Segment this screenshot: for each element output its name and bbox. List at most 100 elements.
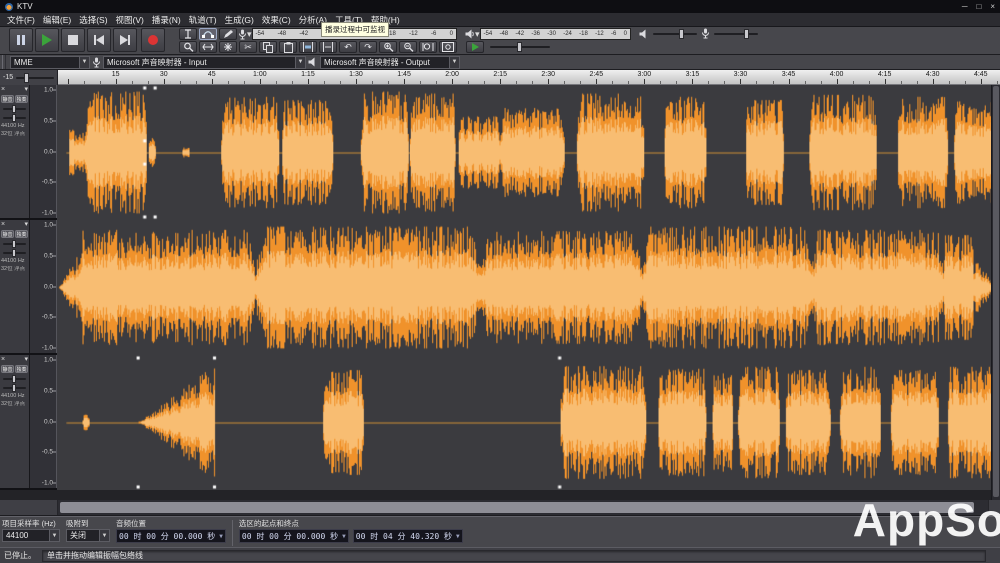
zoom-in-button[interactable]	[379, 41, 397, 53]
solo-button[interactable]: 独奏	[15, 365, 28, 373]
selection-tool-button[interactable]	[179, 28, 197, 40]
copy-button[interactable]	[259, 41, 277, 53]
meter-scale-value: -42	[515, 31, 524, 37]
menu-item-4[interactable]: 播录(N)	[148, 14, 185, 26]
zoom-out-button[interactable]	[399, 41, 417, 53]
record-button[interactable]	[141, 28, 165, 52]
menu-item-1[interactable]: 编辑(E)	[39, 14, 75, 26]
play-button[interactable]	[35, 28, 59, 52]
amplitude-scale-label: 1.0	[44, 222, 53, 229]
selection-start-field[interactable]: 00 时 00 分 00.000 秒▼	[239, 529, 349, 543]
track-vertical-ruler[interactable]: 1.00.50.0-0.5-1.0	[30, 85, 57, 218]
timeshift-tool-button[interactable]	[199, 41, 217, 53]
timeline-tick	[372, 81, 373, 84]
corner-slider[interactable]	[16, 77, 54, 79]
scale-tick	[53, 120, 56, 121]
mute-button[interactable]: 静音	[1, 95, 14, 103]
timeline-tick	[84, 81, 85, 84]
selection-end-field[interactable]: 00 时 04 分 40.320 秒▼	[353, 529, 463, 543]
meter-scale-value: -12	[595, 31, 604, 37]
trim-audio-button[interactable]	[299, 41, 317, 53]
silence-audio-button[interactable]	[319, 41, 337, 53]
audio-position-field[interactable]: 00 时 00 分 00.000 秒▼	[116, 529, 226, 543]
track-3: × ▾ 静音 独奏 44100 Hz 32位 浮点 1.00.50.0-0.5-…	[0, 355, 1000, 490]
solo-button[interactable]: 独奏	[15, 230, 28, 238]
track-gain-slider[interactable]	[3, 108, 26, 110]
amplitude-scale-label: 0.0	[44, 283, 53, 290]
audio-host-select[interactable]: MME▼	[10, 56, 90, 69]
track-close-icon[interactable]: ×	[1, 86, 5, 93]
paste-icon	[284, 42, 293, 53]
timeline-tick	[148, 81, 149, 84]
mute-button[interactable]: 静音	[1, 230, 14, 238]
solo-button[interactable]: 独奏	[15, 95, 28, 103]
meter-scale-value: 0	[450, 31, 453, 37]
skip-start-button[interactable]	[87, 28, 111, 52]
mute-button[interactable]: 静音	[1, 365, 14, 373]
waveform[interactable]	[57, 220, 1000, 355]
menu-item-0[interactable]: 文件(F)	[3, 14, 39, 26]
cut-button[interactable]: ✂	[239, 41, 257, 53]
timeline-tick	[356, 79, 357, 84]
zoom-in-icon	[383, 42, 394, 52]
minimize-button[interactable]: ─	[962, 2, 968, 11]
timeline-label: 2:15	[493, 71, 507, 78]
amplitude-scale-label: 0.5	[44, 252, 53, 259]
paste-button[interactable]	[279, 41, 297, 53]
playback-device-select[interactable]: Microsoft 声音映射器 - Output▼	[320, 56, 460, 69]
play-at-speed-button[interactable]	[466, 41, 484, 53]
track-gain-slider[interactable]	[3, 243, 26, 245]
timeline-ruler[interactable]: 1530451:001:151:301:452:002:152:302:453:…	[58, 70, 1000, 85]
audio-position-label: 音频位置	[116, 519, 226, 528]
scale-tick	[53, 182, 56, 183]
maximize-button[interactable]: □	[976, 2, 981, 11]
menu-item-7[interactable]: 效果(C)	[258, 14, 295, 26]
timeline-tick	[228, 81, 229, 84]
track-gain-slider[interactable]	[3, 378, 26, 380]
pause-icon	[17, 35, 25, 45]
meter-scale-value: -36	[531, 31, 540, 37]
timeline-tick	[308, 79, 309, 84]
track-menu-icon[interactable]: ▾	[24, 221, 28, 228]
skip-end-button[interactable]	[113, 28, 137, 52]
track-menu-icon[interactable]: ▾	[24, 356, 28, 363]
pause-button[interactable]	[9, 28, 33, 52]
playback-volume-slider[interactable]	[653, 33, 697, 35]
menu-item-5[interactable]: 轨道(T)	[185, 14, 221, 26]
stop-button[interactable]	[61, 28, 85, 52]
track-close-icon[interactable]: ×	[1, 356, 5, 363]
play-speed-slider[interactable]	[490, 46, 550, 48]
horizontal-scrollbar[interactable]	[58, 500, 988, 515]
track-vertical-ruler[interactable]: 1.00.50.0-0.5-1.0	[30, 220, 57, 353]
track-pan-slider[interactable]	[3, 387, 26, 389]
scale-tick	[53, 360, 56, 361]
waveform[interactable]	[57, 85, 1000, 220]
waveform[interactable]	[57, 355, 1000, 490]
timeline-tick	[724, 81, 725, 84]
horizontal-scrollbar-thumb[interactable]	[60, 502, 974, 513]
menu-item-2[interactable]: 选择(S)	[75, 14, 111, 26]
track-pan-slider[interactable]	[3, 117, 26, 119]
menu-item-3[interactable]: 视图(V)	[112, 14, 148, 26]
redo-button[interactable]: ↷	[359, 41, 377, 53]
playback-meter[interactable]: ▾ -54-48-42-36-30-24-18-12-60	[459, 28, 631, 40]
envelope-tool-button[interactable]	[199, 28, 217, 40]
vertical-scrollbar-thumb[interactable]	[993, 86, 999, 497]
zoom-tool-button[interactable]	[179, 41, 197, 53]
undo-button[interactable]: ↶	[339, 41, 357, 53]
recording-volume-slider[interactable]	[714, 33, 758, 35]
track-vertical-ruler[interactable]: 1.00.50.0-0.5-1.0	[30, 355, 57, 488]
toolbar-grip[interactable]	[2, 55, 6, 69]
vertical-scrollbar[interactable]	[991, 85, 1000, 500]
track-pan-slider[interactable]	[3, 252, 26, 254]
project-rate-select[interactable]: 44100▼	[2, 529, 60, 542]
menu-item-6[interactable]: 生成(G)	[221, 14, 258, 26]
track-menu-icon[interactable]: ▾	[24, 86, 28, 93]
recording-device-select[interactable]: Microsoft 声音映射器 - Input▼	[103, 56, 306, 69]
fit-selection-button[interactable]	[419, 41, 437, 53]
amplitude-scale-label: -1.0	[42, 479, 53, 486]
close-button[interactable]: ×	[990, 2, 995, 11]
snap-to-select[interactable]: 关闭▼	[66, 529, 110, 542]
fit-project-button[interactable]	[439, 41, 457, 53]
track-close-icon[interactable]: ×	[1, 221, 5, 228]
